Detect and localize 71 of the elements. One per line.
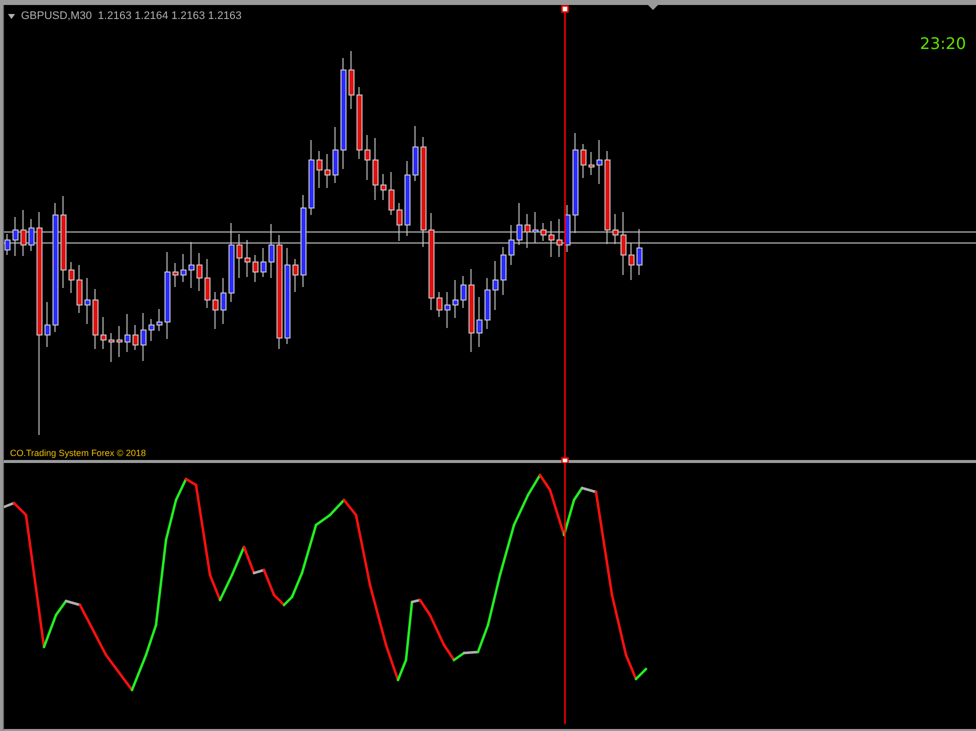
candlestick xyxy=(556,218,562,258)
candlestick xyxy=(444,292,450,328)
candlestick xyxy=(244,240,250,278)
candlestick xyxy=(68,262,74,294)
candlestick xyxy=(108,332,114,362)
candlestick xyxy=(140,312,146,362)
candlestick xyxy=(188,242,194,288)
candlestick xyxy=(252,254,258,282)
dropdown-arrow-icon[interactable] xyxy=(8,14,15,19)
candlestick xyxy=(4,234,10,256)
candlestick xyxy=(268,224,274,278)
clock-time: 23:20 xyxy=(920,33,966,55)
candlestick xyxy=(516,202,522,246)
shift-marker-icon[interactable] xyxy=(648,5,658,10)
candlestick xyxy=(588,152,594,176)
candlestick xyxy=(292,258,298,292)
candlestick xyxy=(124,314,130,352)
candlestick xyxy=(532,212,538,244)
candlestick xyxy=(100,316,106,350)
candlestick xyxy=(484,278,490,330)
candlestick xyxy=(260,248,266,278)
candlestick xyxy=(508,224,514,266)
candlestick xyxy=(524,214,530,248)
candlestick xyxy=(76,264,82,314)
candlestick xyxy=(236,234,242,278)
candlestick xyxy=(196,252,202,292)
candlestick xyxy=(596,140,602,184)
candlestick xyxy=(364,134,370,180)
candlestick xyxy=(84,278,90,324)
candlestick xyxy=(540,222,546,242)
candlestick xyxy=(388,172,394,216)
candlestick xyxy=(156,308,162,332)
copyright-text: CO.Trading System Forex © 2018 xyxy=(10,447,146,460)
candlestick xyxy=(564,204,570,252)
candlestick xyxy=(348,50,354,110)
candlestick xyxy=(460,276,466,308)
candlestick xyxy=(580,144,586,178)
candlestick xyxy=(324,154,330,188)
candlestick xyxy=(332,126,338,184)
candlestick xyxy=(28,218,34,252)
crosshair-handle[interactable] xyxy=(561,5,569,13)
price-quotes: 1.2163 1.2164 1.2163 1.2163 xyxy=(98,9,242,24)
candlestick xyxy=(436,292,442,318)
candlestick xyxy=(20,210,26,256)
chart-symbol: GBPUSD,M30 xyxy=(21,9,92,24)
candlestick xyxy=(12,216,18,256)
candlestick xyxy=(612,214,618,244)
candlestick xyxy=(172,262,178,288)
candlestick xyxy=(132,324,138,350)
candlestick xyxy=(548,220,554,258)
candlestick xyxy=(92,288,98,350)
crosshair-handle[interactable] xyxy=(561,457,569,463)
candlestick xyxy=(500,246,506,296)
candlestick xyxy=(220,278,226,324)
candlestick xyxy=(148,318,154,342)
candlestick xyxy=(316,150,322,188)
candlestick xyxy=(620,212,626,276)
candlestick xyxy=(476,296,482,348)
candlestick xyxy=(628,242,634,280)
candlestick xyxy=(180,254,186,282)
candlestick xyxy=(636,228,642,276)
candlestick xyxy=(372,138,378,200)
candlestick xyxy=(452,280,458,318)
candlestick xyxy=(396,202,402,242)
candlestick xyxy=(492,260,498,310)
candlestick xyxy=(44,302,50,348)
candlestick xyxy=(212,292,218,330)
candlestick xyxy=(380,174,386,200)
candlestick xyxy=(116,326,122,358)
candlestick xyxy=(412,126,418,182)
candlestick xyxy=(204,258,210,308)
